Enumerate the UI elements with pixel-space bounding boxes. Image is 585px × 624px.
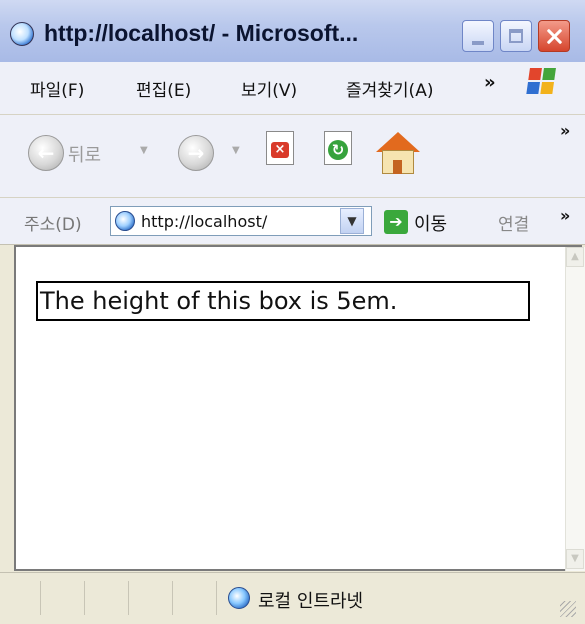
status-segment [0,581,41,615]
menu-edit[interactable]: 편집(E) [136,76,191,101]
address-url[interactable]: http://localhost/ [141,212,267,231]
forward-dropdown-icon[interactable]: ▼ [232,145,240,156]
menu-overflow-chevron-icon[interactable]: » [484,72,496,93]
go-arrow-icon[interactable]: ➔ [384,210,408,234]
address-label: 주소(D) [24,215,82,235]
home-icon-door [393,160,402,174]
menu-file[interactable]: 파일(F) [30,76,84,101]
resize-grip-icon[interactable] [560,601,576,617]
back-arrow-icon[interactable]: ← [28,135,64,171]
forward-arrow-icon[interactable]: → [178,135,214,171]
menu-bar: 파일(F) 편집(E) 보기(V) 즐겨찾기(A) » [0,62,585,115]
ie-logo-icon[interactable] [10,22,34,46]
toolbar-overflow-chevron-icon[interactable]: » [560,121,570,140]
status-bar: 로컬 인트라넷 [0,572,585,624]
links-overflow-chevron-icon[interactable]: » [560,206,570,225]
security-zone-label: 로컬 인트라넷 [258,591,364,612]
status-segment [128,581,173,615]
status-segment [84,581,129,615]
intranet-zone-icon [228,587,250,609]
scroll-up-icon[interactable]: ▲ [566,247,584,267]
stop-icon[interactable]: × [266,131,294,165]
vertical-scrollbar[interactable]: ▲ ▼ [565,247,585,571]
minimize-button[interactable] [462,20,494,52]
page-icon [115,211,135,231]
refresh-icon[interactable]: ↻ [324,131,352,165]
go-button[interactable]: 이동 [414,210,447,236]
scroll-down-icon[interactable]: ▼ [566,549,584,569]
maximize-button[interactable] [500,20,532,52]
home-icon[interactable] [376,132,420,152]
content-box: The height of this box is 5em. [36,281,530,321]
address-bar: 주소(D) http://localhost/ ▼ ➔ 이동 연결 » [0,198,585,245]
standard-toolbar: ← 뒤로 ▼ → ▼ × ↻ » [0,115,585,198]
windows-logo-icon [526,68,558,96]
status-segment [172,581,217,615]
address-input[interactable]: http://localhost/ [110,206,372,236]
status-segment [40,581,85,615]
links-label[interactable]: 연결 [498,210,529,235]
address-dropdown-icon[interactable]: ▼ [340,208,364,234]
menu-view[interactable]: 보기(V) [241,76,297,101]
browser-window: http://localhost/ - Microsoft... 파일(F) 편… [0,0,585,624]
back-label[interactable]: 뒤로 [68,141,101,167]
menu-favorites[interactable]: 즐겨찾기(A) [346,76,433,101]
window-title: http://localhost/ - Microsoft... [44,20,359,46]
page-viewport[interactable]: The height of this box is 5em. ▲ ▼ [14,245,585,571]
back-dropdown-icon[interactable]: ▼ [140,145,148,156]
title-bar[interactable]: http://localhost/ - Microsoft... [0,0,585,62]
close-button[interactable] [538,20,570,52]
